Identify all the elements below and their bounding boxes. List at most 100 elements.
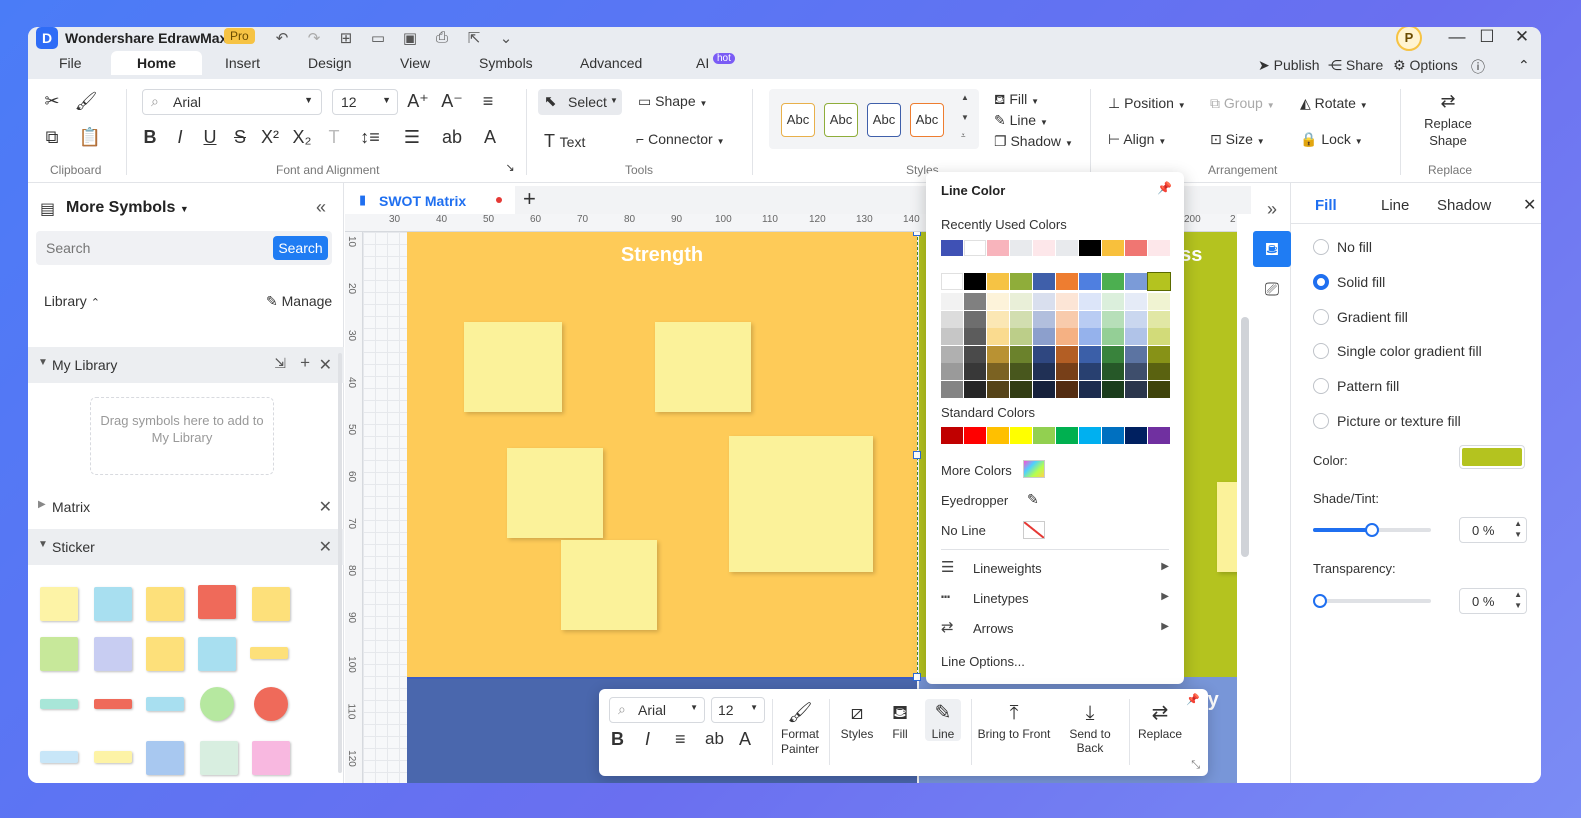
underline-icon[interactable]: U	[198, 127, 222, 148]
line-button[interactable]: ✎ Line ▼	[994, 112, 1048, 129]
sticker-item[interactable]	[252, 587, 290, 621]
align-text-icon[interactable]: ≡	[476, 91, 500, 112]
strikethrough-icon[interactable]: S	[228, 127, 252, 148]
line-button[interactable]: ✎ Line	[925, 699, 961, 741]
standard-color-swatch[interactable]	[964, 427, 986, 444]
no-line-button[interactable]: No Line	[941, 521, 1045, 539]
theme-color-swatch[interactable]	[1102, 363, 1124, 380]
sticker-item[interactable]	[94, 587, 132, 621]
resize-handle[interactable]	[913, 232, 921, 236]
theme-color-swatch[interactable]	[941, 345, 963, 363]
canvas-scrollbar[interactable]	[1241, 317, 1249, 557]
theme-color-swatch[interactable]	[1010, 310, 1032, 328]
standard-color-swatch[interactable]	[1148, 427, 1170, 444]
shade-input[interactable]: 0 % ▲ ▼	[1459, 517, 1527, 543]
export-icon[interactable]: ⇱	[464, 29, 484, 47]
more-colors-button[interactable]: More Colors	[941, 460, 1045, 478]
theme-color-swatch[interactable]	[1102, 345, 1124, 363]
arrows-menu[interactable]: ⇄ Arrows ▶	[941, 618, 1169, 640]
tab-design[interactable]: Design	[308, 55, 352, 71]
resize-grip-icon[interactable]: ⤡	[1191, 759, 1200, 772]
theme-color-swatch[interactable]	[1010, 363, 1032, 380]
sticker-item[interactable]	[94, 699, 132, 709]
group-button[interactable]: ⧉ Group ▼	[1210, 95, 1275, 112]
sticky-note[interactable]	[507, 448, 603, 538]
theme-color-swatch[interactable]	[941, 380, 963, 398]
text-button[interactable]: T Text	[544, 131, 585, 152]
theme-color-swatch[interactable]	[987, 363, 1009, 380]
bring-to-front-button[interactable]: ⤒ Bring to Front	[977, 699, 1051, 741]
theme-color-swatch[interactable]	[941, 363, 963, 380]
theme-color-swatch[interactable]	[941, 310, 963, 328]
theme-color-swatch[interactable]	[1147, 272, 1171, 291]
theme-color-swatch[interactable]	[1125, 363, 1147, 380]
lineweights-menu[interactable]: ☰ Lineweights ▶	[941, 558, 1169, 580]
recent-color-swatch[interactable]	[1056, 240, 1078, 256]
stepper-icon[interactable]: ▲ ▼	[1514, 589, 1522, 611]
theme-color-swatch[interactable]	[1148, 363, 1170, 380]
sticker-item[interactable]	[94, 637, 132, 671]
theme-color-swatch[interactable]	[987, 310, 1009, 328]
theme-color-swatch[interactable]	[1079, 363, 1101, 380]
text-style-icon[interactable]: ab	[705, 729, 724, 749]
sticker-item[interactable]	[250, 647, 288, 659]
theme-color-swatch[interactable]	[1079, 310, 1101, 328]
font-size-select[interactable]: 12 ▼	[332, 89, 398, 115]
text-style-icon[interactable]: ab	[440, 127, 464, 148]
copy-icon[interactable]: ⧉	[40, 127, 64, 148]
size-button[interactable]: ⊡ Size ▼	[1210, 131, 1265, 148]
help-icon[interactable]: ⓘ	[1471, 57, 1485, 77]
sticker-item[interactable]	[146, 587, 184, 621]
resize-handle[interactable]	[913, 451, 921, 459]
sticker-section[interactable]: ▼ Sticker ✕	[28, 529, 344, 565]
customize-toolbar-icon[interactable]: ⌄	[496, 29, 516, 47]
recent-color-swatch[interactable]	[1148, 240, 1170, 256]
sticker-item[interactable]	[198, 585, 236, 619]
theme-color-swatch[interactable]	[987, 293, 1009, 310]
sticker-item[interactable]	[252, 741, 290, 775]
sticker-item[interactable]	[146, 741, 184, 775]
pin-icon[interactable]: 📌	[1186, 693, 1200, 706]
tab-symbols[interactable]: Symbols	[479, 55, 533, 71]
new-file-icon[interactable]: ⊞	[336, 29, 356, 47]
tab-file[interactable]: File	[59, 55, 82, 71]
presentation-icon[interactable]: ⎚	[1253, 271, 1291, 307]
theme-color-swatch[interactable]	[964, 293, 986, 310]
theme-color-swatch[interactable]	[941, 273, 963, 290]
sticker-item[interactable]	[200, 687, 234, 721]
theme-color-swatch[interactable]	[1010, 273, 1032, 290]
format-painter-button[interactable]: 🖌 Format Painter	[775, 699, 825, 757]
manage-button[interactable]: ✎ Manage	[266, 293, 332, 310]
theme-color-swatch[interactable]	[1079, 328, 1101, 345]
theme-color-swatch[interactable]	[1010, 345, 1032, 363]
user-avatar[interactable]: P	[1396, 27, 1422, 51]
paste-icon[interactable]: 📋	[78, 127, 102, 148]
collapse-ribbon-icon[interactable]: ⌃	[1518, 57, 1530, 74]
theme-color-swatch[interactable]	[1125, 345, 1147, 363]
theme-color-swatch[interactable]	[1148, 328, 1170, 345]
standard-color-swatch[interactable]	[1125, 427, 1147, 444]
share-button[interactable]: ⋲ Share	[1328, 57, 1383, 74]
theme-color-swatch[interactable]	[1033, 345, 1055, 363]
sticky-note[interactable]	[1217, 482, 1237, 572]
theme-color-swatch[interactable]	[1148, 293, 1170, 310]
recent-color-swatch[interactable]	[941, 240, 963, 256]
shadow-button[interactable]: ❐ Shadow ▼	[994, 133, 1073, 150]
theme-color-swatch[interactable]	[1010, 328, 1032, 345]
italic-icon[interactable]: I	[168, 127, 192, 148]
theme-color-swatch[interactable]	[1102, 310, 1124, 328]
recent-color-swatch[interactable]	[964, 240, 986, 256]
sticky-note[interactable]	[729, 436, 873, 572]
theme-color-swatch[interactable]	[1125, 310, 1147, 328]
font-color-icon[interactable]: A	[739, 729, 751, 750]
standard-color-swatch[interactable]	[1056, 427, 1078, 444]
italic-icon[interactable]: I	[645, 729, 650, 750]
transparency-input[interactable]: 0 % ▲ ▼	[1459, 588, 1527, 614]
format-painter-icon[interactable]: 🖌	[74, 91, 98, 112]
transparency-slider[interactable]	[1313, 599, 1431, 603]
fill-button[interactable]: ⛾ Fill	[883, 699, 917, 741]
redo-icon[interactable]: ↷	[304, 29, 324, 47]
undo-icon[interactable]: ↶	[272, 29, 292, 47]
standard-color-swatch[interactable]	[941, 427, 963, 444]
theme-color-swatch[interactable]	[1125, 293, 1147, 310]
